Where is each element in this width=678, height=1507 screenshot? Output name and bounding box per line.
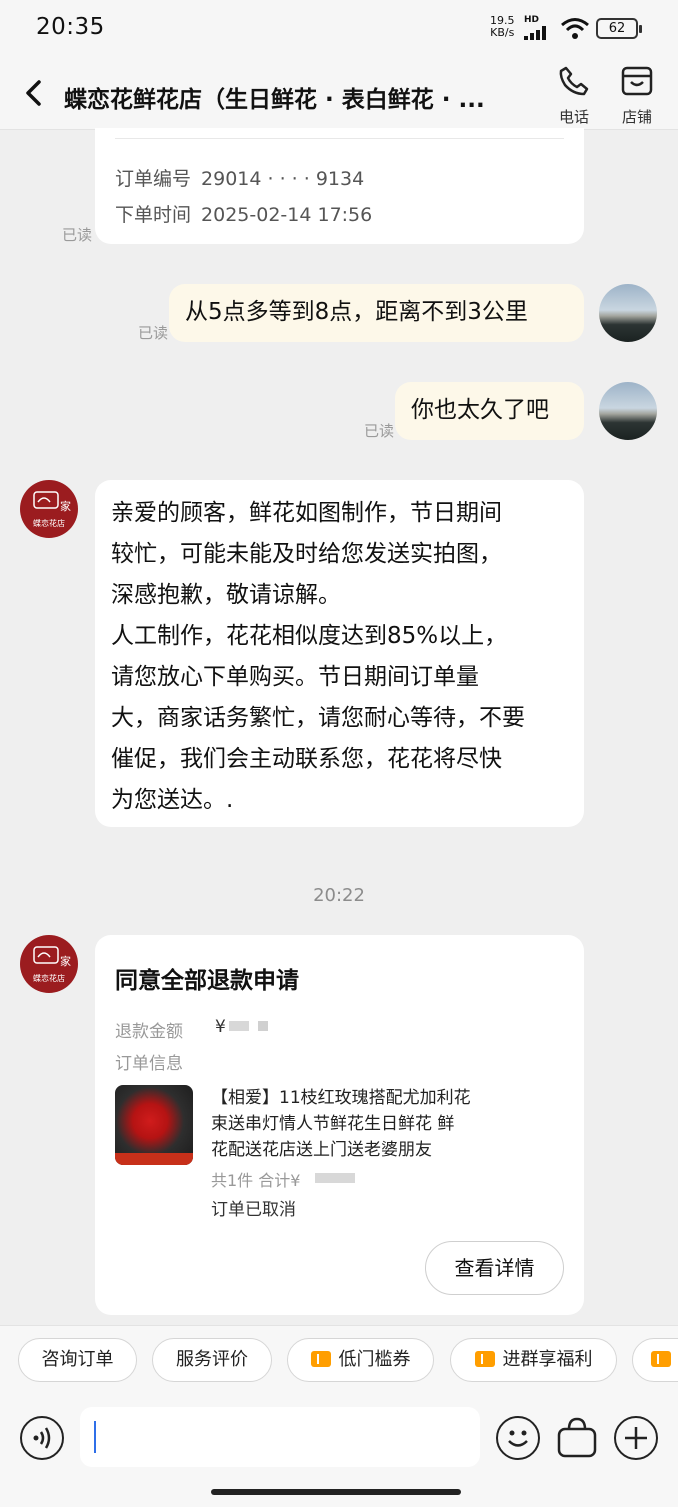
quick-reply-bar: 咨询订单 服务评价 低门槛券 进群享福利	[0, 1325, 678, 1395]
refund-card[interactable]: 同意全部退款申请 退款金额 ¥ 订单信息 【相爱】11枝红玫瑰搭配尤加利花 束送…	[95, 935, 584, 1315]
emoji-icon	[508, 1430, 528, 1447]
redaction	[315, 1173, 355, 1183]
status-time: 20:35	[36, 14, 105, 40]
chat-header: 蝶恋花鲜花店（生日鲜花 · 表白鲜花 · ... 电话 店铺	[0, 56, 678, 130]
shop-title: 蝶恋花鲜花店（生日鲜花 · 表白鲜花 · ...	[64, 87, 485, 113]
network-speed: 19.5 KB/s	[490, 14, 515, 39]
read-status: 已读	[364, 422, 395, 440]
voice-button[interactable]	[20, 1416, 64, 1460]
message-bubble-user[interactable]: 你也太久了吧	[395, 382, 584, 440]
read-status: 已读	[62, 226, 93, 244]
emoji-button[interactable]	[496, 1416, 540, 1460]
order-count-total: 共1件 合计¥	[211, 1171, 301, 1190]
order-time-row: 下单时间 2025-02-14 17:56	[115, 204, 373, 226]
view-details-button[interactable]: 查看详情	[425, 1241, 564, 1295]
refund-amount-value: ¥	[215, 1017, 226, 1037]
redaction	[229, 1021, 249, 1031]
battery-icon: 62	[596, 18, 642, 39]
store-button[interactable]: 店铺	[611, 64, 663, 127]
shop-logo-icon: 家 蝶恋花店	[33, 491, 71, 528]
wifi-icon	[561, 18, 589, 39]
shopping-bag-icon[interactable]	[556, 1415, 598, 1459]
store-label: 店铺	[621, 108, 652, 126]
divider	[115, 138, 564, 139]
ticket-icon	[474, 1351, 495, 1367]
order-number-row: 订单编号 29014 · · · · 9134	[115, 168, 365, 190]
refund-title: 同意全部退款申请	[115, 968, 299, 994]
product-thumbnail[interactable]	[115, 1085, 193, 1165]
quick-reply-service-rating[interactable]: 服务评价	[152, 1338, 272, 1382]
order-status: 订单已取消	[211, 1200, 296, 1220]
shop-avatar[interactable]: 家 蝶恋花店	[20, 935, 78, 993]
network-type: HD	[524, 15, 540, 25]
shop-avatar[interactable]: 家 蝶恋花店	[20, 480, 78, 538]
thumbnail-banner	[115, 1153, 193, 1165]
redaction	[258, 1021, 268, 1031]
svg-text:家: 家	[60, 954, 71, 968]
status-bar: 20:35 19.5 KB/s HD 62	[0, 0, 678, 56]
back-arrow-icon[interactable]	[20, 78, 48, 108]
ticket-icon	[651, 1351, 671, 1367]
home-indicator[interactable]	[211, 1489, 461, 1495]
text-caret	[94, 1421, 96, 1453]
message-bubble-user[interactable]: 从5点多等到8点，距离不到3公里	[169, 284, 584, 342]
order-info-card[interactable]: 订单编号 29014 · · · · 9134 下单时间 2025-02-14 17…	[95, 128, 584, 244]
phone-button[interactable]: 电话	[548, 64, 600, 127]
store-icon	[621, 66, 653, 96]
quick-reply-join-group[interactable]: 进群享福利	[450, 1338, 617, 1382]
refund-amount-label: 退款金额	[115, 1022, 183, 1042]
svg-text:家: 家	[60, 499, 71, 513]
add-button[interactable]	[614, 1416, 658, 1460]
product-name: 【相爱】11枝红玫瑰搭配尤加利花 束送串灯情人节鲜花生日鲜花 鲜 花配送花店送上…	[211, 1088, 471, 1160]
svg-text:蝶恋花店: 蝶恋花店	[33, 973, 65, 983]
user-avatar[interactable]	[599, 284, 657, 342]
message-input[interactable]	[80, 1407, 480, 1467]
phone-label: 电话	[558, 108, 589, 126]
svg-text:蝶恋花店: 蝶恋花店	[33, 518, 65, 528]
plus-icon	[625, 1427, 647, 1449]
chat-timestamp: 20:22	[313, 885, 365, 906]
read-status: 已读	[138, 324, 169, 342]
voice-icon	[33, 1427, 51, 1449]
order-info-label: 订单信息	[115, 1054, 183, 1074]
quick-reply-low-threshold-coupon[interactable]: 低门槛券	[287, 1338, 434, 1382]
phone-icon	[559, 66, 589, 96]
message-bubble-shop[interactable]: 亲爱的顾客，鲜花如图制作，节日期间 较忙，可能未能及时给您发送实拍图， 深感抱歉…	[95, 480, 584, 827]
shop-logo-icon: 家 蝶恋花店	[33, 946, 71, 983]
quick-reply-more[interactable]	[632, 1338, 678, 1382]
ticket-icon	[310, 1351, 331, 1367]
user-avatar[interactable]	[599, 382, 657, 440]
signal-icon	[524, 26, 546, 40]
quick-reply-consult-order[interactable]: 咨询订单	[18, 1338, 137, 1382]
